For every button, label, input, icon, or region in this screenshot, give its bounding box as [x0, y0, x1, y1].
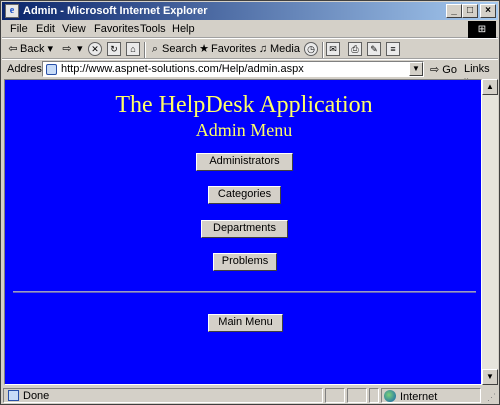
status-main-cell: Done [3, 388, 323, 403]
resize-grip-icon[interactable]: ⋰ [483, 388, 497, 403]
status-text: Done [8, 390, 49, 402]
window-title: Admin - Microsoft Internet Explorer [23, 5, 208, 17]
stop-icon[interactable]: ✕ [88, 42, 102, 56]
scroll-up-button[interactable]: ▲ [482, 79, 498, 95]
address-url: http://www.aspnet-solutions.com/Help/adm… [61, 63, 304, 75]
mail-icon[interactable]: ✉ [326, 42, 340, 56]
toolbar: ⇦ Back ▾ ⇨ ▾ ✕ ↻ ⌂ ⌕ Search ★ Favorites ♫ Me… [2, 38, 498, 59]
page-done-icon [8, 390, 19, 401]
menu-help[interactable]: Help [172, 23, 195, 35]
administrators-button[interactable]: Administrators [196, 153, 293, 171]
links-label: Links [464, 63, 490, 75]
zone-label: Internet [400, 391, 438, 403]
search-icon: ⌕ [151, 43, 159, 55]
page-icon [46, 64, 57, 75]
search-label: Search [162, 43, 197, 55]
home-icon[interactable]: ⌂ [126, 42, 140, 56]
menu-favorites[interactable]: Favorites [94, 23, 139, 35]
scroll-down-button[interactable]: ▼ [482, 369, 498, 385]
grip-glyph: ⋰ [487, 392, 496, 402]
forward-arrow-icon: ⇨ [62, 43, 72, 55]
forward-button[interactable]: ⇨ ▾ [60, 42, 82, 58]
media-icon: ♫ [258, 43, 268, 55]
departments-button[interactable]: Departments [201, 220, 288, 238]
toolbar-separator [144, 42, 146, 58]
close-button[interactable]: × [480, 4, 496, 18]
menu-bar: File Edit View Favorites Tools Help ⊞ [2, 20, 498, 38]
back-button[interactable]: ⇦ Back ▾ [6, 42, 53, 58]
status-done-label: Done [23, 390, 50, 402]
ie-logo-icon: e [5, 4, 19, 18]
history-icon[interactable]: ◷ [304, 42, 318, 56]
status-cell [325, 388, 345, 403]
menu-view[interactable]: View [62, 23, 86, 35]
address-input[interactable]: http://www.aspnet-solutions.com/Help/adm… [42, 61, 424, 77]
back-label: Back [20, 43, 45, 55]
minimize-button[interactable]: _ [446, 4, 462, 18]
edit-icon[interactable]: ✎ [367, 42, 381, 56]
menu-edit[interactable]: Edit [36, 23, 55, 35]
go-arrow-icon: ⇨ [430, 64, 440, 76]
internet-globe-icon [384, 390, 396, 402]
menu-tools[interactable]: Tools [140, 23, 166, 35]
main-menu-button[interactable]: Main Menu [208, 314, 283, 332]
toolbar-separator [322, 42, 324, 58]
address-bar: Address http://www.aspnet-solutions.com/… [2, 59, 498, 87]
media-label: Media [270, 43, 300, 55]
favorites-icon: ★ [199, 43, 209, 55]
favorites-label: Favorites [211, 43, 257, 55]
media-button[interactable]: ♫ Media [256, 42, 300, 58]
print-icon[interactable]: ⎙ [348, 42, 362, 56]
go-label: Go [442, 64, 457, 76]
browser-window: e Admin - Microsoft Internet Explorer _ … [0, 0, 500, 405]
vertical-scrollbar[interactable]: ▲ ▼ [482, 79, 498, 385]
status-zone: Internet [384, 390, 437, 403]
horizontal-rule [13, 291, 476, 293]
status-zone-cell: Internet [381, 388, 481, 403]
address-dropdown-button[interactable]: ▼ [409, 62, 423, 76]
discuss-icon[interactable]: ≡ [386, 42, 400, 56]
windows-logo-icon: ⊞ [468, 21, 496, 38]
favorites-button[interactable]: ★ Favorites [197, 42, 256, 58]
search-button[interactable]: ⌕ Search [148, 42, 197, 58]
back-arrow-icon: ⇦ [8, 43, 18, 55]
page-title: The HelpDesk Application [115, 92, 373, 118]
refresh-icon[interactable]: ↻ [107, 42, 121, 56]
title-bar: e Admin - Microsoft Internet Explorer _ … [2, 2, 498, 20]
status-cell [369, 388, 379, 403]
status-cell [347, 388, 367, 403]
page-subtitle: Admin Menu [195, 120, 293, 140]
categories-button[interactable]: Categories [208, 186, 281, 204]
go-button[interactable]: ⇨ Go [430, 63, 457, 76]
status-bar: Done Internet ⋰ [2, 387, 498, 404]
maximize-button[interactable]: □ [462, 4, 478, 18]
menu-file[interactable]: File [10, 23, 28, 35]
page-content: The HelpDesk Application Admin Menu Admi… [4, 79, 482, 385]
problems-button[interactable]: Problems [213, 253, 277, 271]
